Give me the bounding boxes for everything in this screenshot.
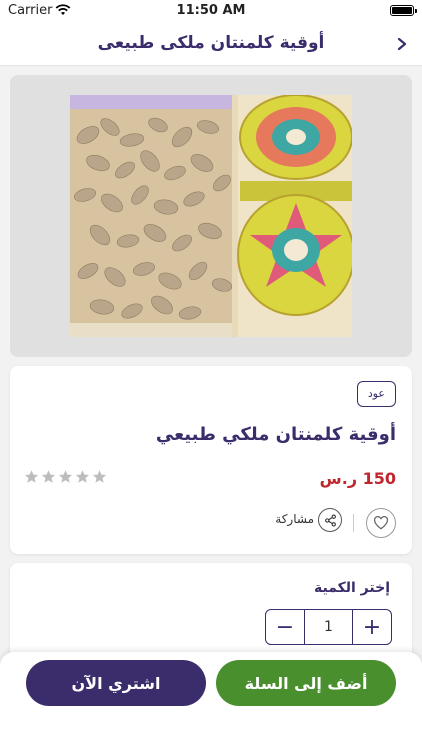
decrement-button[interactable]: − — [266, 610, 304, 644]
star-icon — [75, 470, 90, 483]
divider — [353, 514, 354, 532]
share-icon — [324, 514, 336, 526]
product-photo — [70, 95, 352, 337]
nav-bar: أوقية كلمنتان ملكى طبيعى — [0, 22, 422, 66]
back-button[interactable] — [390, 32, 414, 56]
product-image-card[interactable] — [10, 75, 412, 357]
product-title: أوقية كلمنتان ملكي طبيعي — [155, 424, 396, 445]
share-button[interactable] — [318, 508, 342, 532]
rating-stars — [24, 469, 107, 484]
heart-icon — [373, 516, 389, 530]
chevron-right-icon — [397, 37, 407, 51]
quantity-label: إختر الكمية — [314, 580, 390, 596]
increment-button[interactable]: + — [353, 610, 391, 644]
status-time: 11:50 AM — [176, 3, 246, 18]
add-to-cart-button[interactable]: أضف إلى السلة — [216, 660, 396, 706]
battery-icon — [390, 5, 417, 16]
bottom-action-bar: أضف إلى السلة اشتري الآن — [0, 652, 422, 750]
buy-now-button[interactable]: اشتري الآن — [26, 660, 206, 706]
star-icon — [24, 470, 39, 483]
category-tag[interactable]: عود — [356, 381, 396, 407]
star-icon — [92, 470, 107, 483]
share-label[interactable]: مشاركة — [275, 512, 314, 526]
quantity-stepper[interactable]: − 1 + — [265, 609, 392, 645]
product-info-card: عود أوقية كلمنتان ملكي طبيعي 150 ر.س مشا… — [10, 366, 412, 554]
page-title: أوقية كلمنتان ملكى طبيعى — [97, 33, 325, 53]
star-icon — [58, 470, 73, 483]
favorite-button[interactable] — [366, 508, 396, 538]
product-price: 150 ر.س — [319, 469, 396, 488]
star-icon — [41, 470, 56, 483]
status-bar: Carrier 11:50 AM — [0, 0, 422, 22]
quantity-value[interactable]: 1 — [304, 610, 353, 644]
